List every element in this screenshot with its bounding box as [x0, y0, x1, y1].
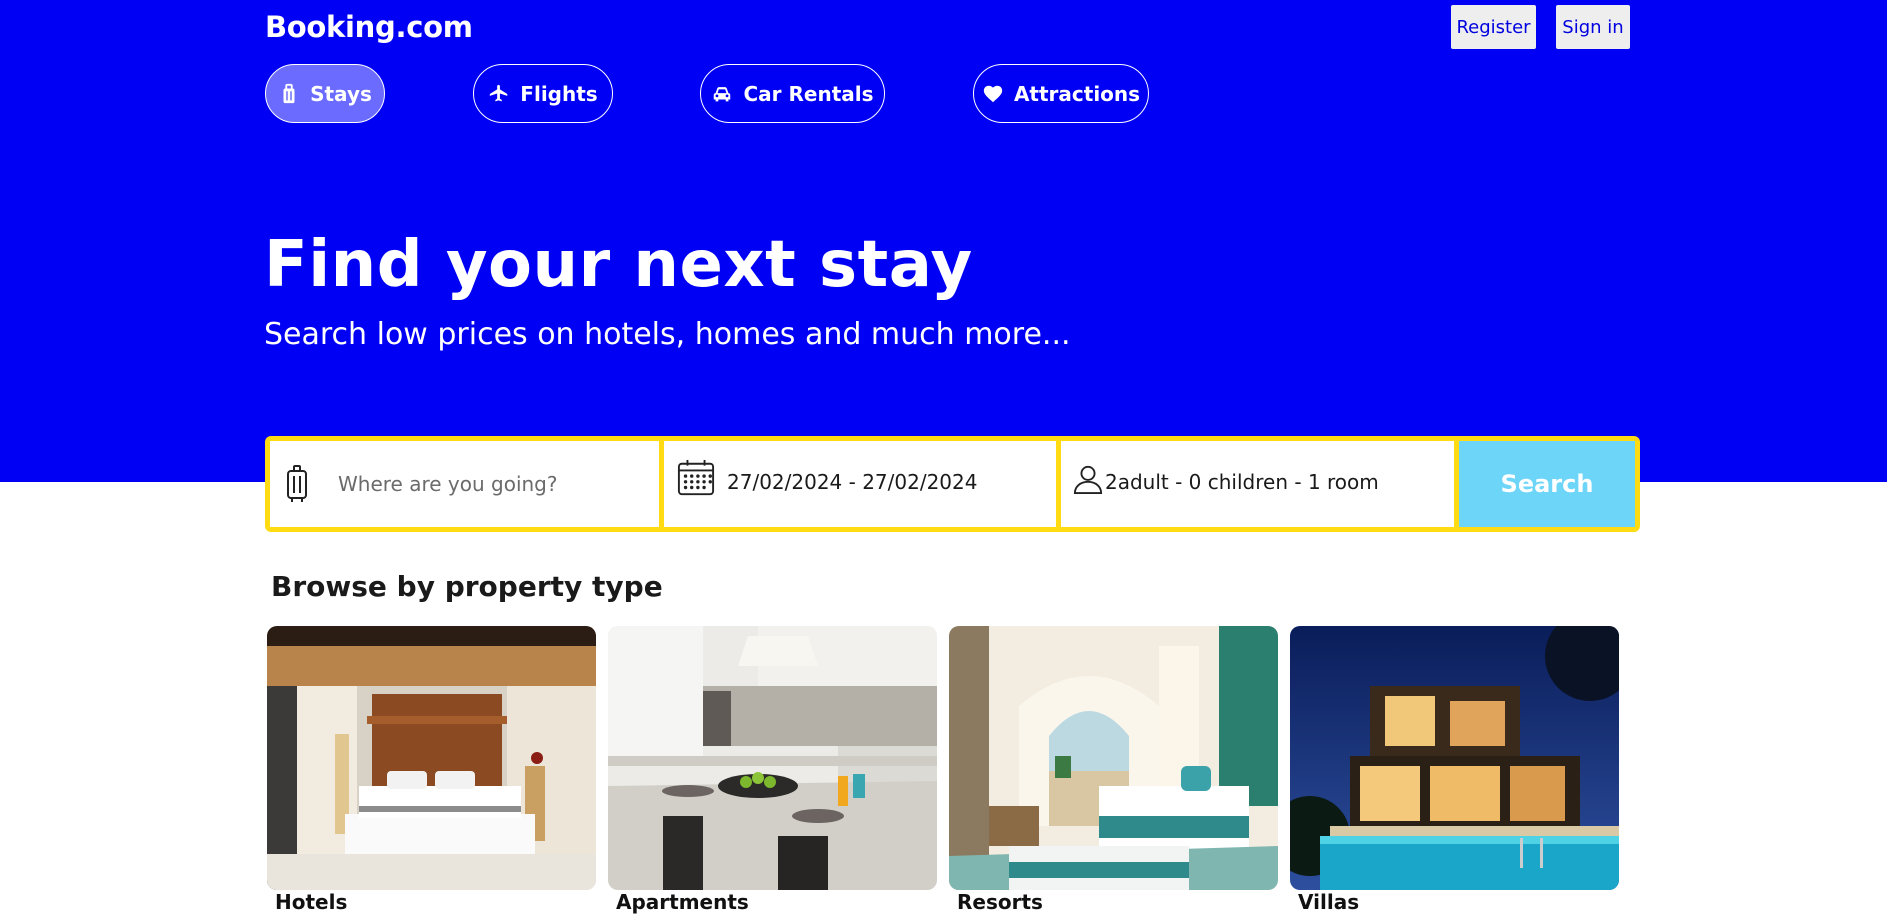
plane-icon	[490, 84, 508, 101]
logo[interactable]: Booking.com	[265, 10, 473, 44]
property-label-villas: Villas	[1298, 890, 1360, 914]
hero-subtitle: Search low prices on hotels, homes and m…	[264, 317, 1071, 352]
property-card-resorts[interactable]	[949, 626, 1278, 890]
nav-car-rentals-label: Car Rentals	[743, 81, 874, 106]
apartment-kitchen-image	[608, 626, 937, 890]
person-icon	[1073, 465, 1103, 494]
date-range-text: 27/02/2024 - 27/02/2024	[727, 469, 978, 494]
property-card-villas[interactable]	[1290, 626, 1619, 890]
browse-title: Browse by property type	[271, 570, 663, 603]
suitcase-icon	[283, 83, 295, 103]
search-button[interactable]: Search	[1459, 441, 1635, 527]
nav-car-rentals[interactable]: Car Rentals	[700, 64, 885, 123]
heart-icon	[983, 85, 1003, 102]
nav-attractions-label: Attractions	[1013, 81, 1141, 106]
destination-input[interactable]	[338, 472, 638, 496]
guests-text: 2adult - 0 children - 1 room	[1105, 469, 1379, 494]
guests-field[interactable]: 2adult - 0 children - 1 room	[1061, 441, 1454, 527]
property-card-hotels[interactable]	[267, 626, 596, 890]
register-button[interactable]: Register	[1451, 5, 1536, 49]
property-label-apartments: Apartments	[616, 890, 749, 914]
car-icon	[714, 86, 731, 101]
villa-image	[1290, 626, 1619, 890]
nav-stays[interactable]: Stays	[265, 64, 385, 123]
sign-in-button[interactable]: Sign in	[1556, 5, 1630, 49]
nav-flights[interactable]: Flights	[473, 64, 613, 123]
property-label-hotels: Hotels	[275, 890, 348, 914]
property-card-apartments[interactable]	[608, 626, 937, 890]
destination-field[interactable]	[270, 441, 659, 527]
search-bar: 27/02/2024 - 27/02/2024 2adult - 0 child…	[265, 436, 1640, 532]
date-range-field[interactable]: 27/02/2024 - 27/02/2024	[664, 441, 1056, 527]
hero-title: Find your next stay	[264, 228, 973, 302]
nav-stays-label: Stays	[310, 81, 372, 106]
suitcase-icon	[287, 465, 307, 502]
resort-room-image	[949, 626, 1278, 890]
nav-flights-label: Flights	[520, 81, 598, 106]
nav-attractions[interactable]: Attractions	[973, 64, 1149, 123]
hotel-room-image	[267, 626, 596, 890]
property-label-resorts: Resorts	[957, 890, 1043, 914]
calendar-icon	[677, 459, 715, 496]
